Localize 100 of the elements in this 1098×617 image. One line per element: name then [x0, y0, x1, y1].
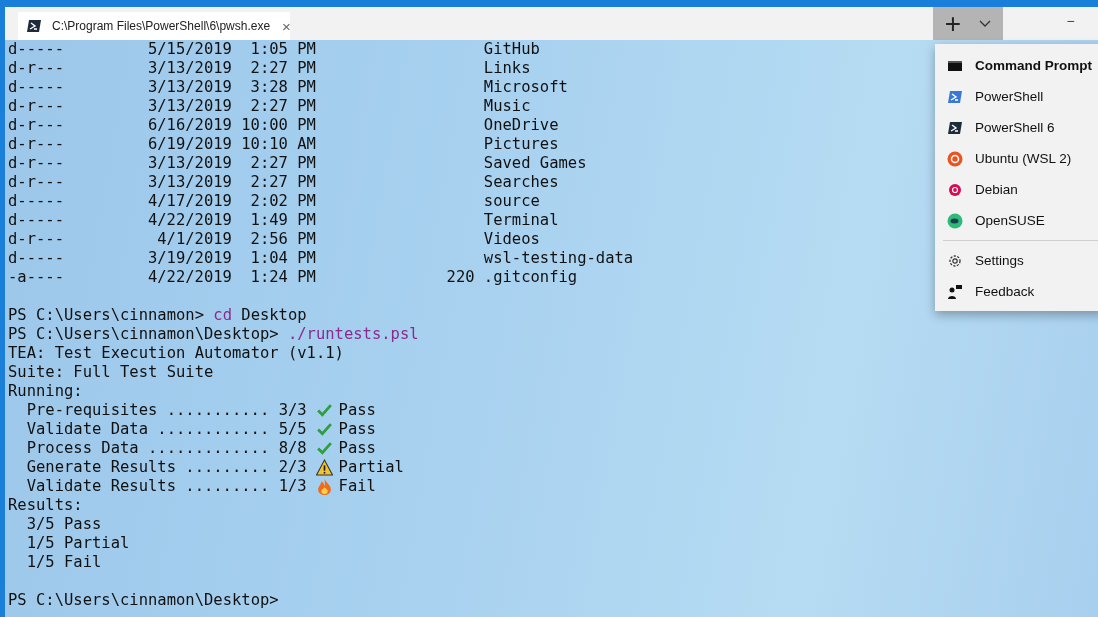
- date-cell-text: 6/19/2019: [146, 135, 232, 154]
- check-icon: [315, 440, 333, 457]
- menu-item[interactable]: Settings: [935, 245, 1098, 276]
- profile-menu-item[interactable]: Ubuntu (WSL 2): [935, 143, 1098, 174]
- test-result: Fail: [338, 477, 376, 496]
- profile-menu-item[interactable]: Command Prompt: [935, 50, 1098, 81]
- test-label: Pre-requisites ...........: [26, 401, 270, 420]
- time-cell-text: 2:02 PM: [249, 192, 316, 211]
- name-cell-text: Terminal: [483, 211, 560, 230]
- output-line: TEA: Test Execution Automator (v1.1): [8, 344, 344, 363]
- test-count: 3/3: [278, 401, 307, 420]
- new-tab-split-button[interactable]: +: [933, 7, 1003, 40]
- profile-menu-item[interactable]: PowerShell: [935, 81, 1098, 112]
- fire-icon: [315, 478, 333, 495]
- name-cell-text: .gitconfig: [483, 268, 579, 287]
- date-cell-text: 3/19/2019: [146, 249, 232, 268]
- name-cell-text: Links: [483, 59, 532, 78]
- mode-cell: d-r---: [8, 154, 64, 173]
- time-cell-text: 2:27 PM: [249, 173, 316, 192]
- time-cell-text: 2:56 PM: [249, 230, 316, 249]
- mode-cell: d-r---: [8, 59, 64, 78]
- mode-cell: d-----: [8, 78, 64, 97]
- output-line: Results:: [8, 496, 83, 515]
- test-label: Generate Results .........: [26, 458, 270, 477]
- test-count: 8/8: [278, 439, 307, 458]
- test-label: Process Data .............: [26, 439, 270, 458]
- powershell-icon: [26, 18, 42, 34]
- warning-icon: [315, 459, 333, 476]
- mode-cell: d-r---: [8, 173, 64, 192]
- name-cell-text: Music: [483, 97, 532, 116]
- settings-icon: [947, 252, 963, 269]
- menu-item[interactable]: Feedback: [935, 276, 1098, 307]
- prompt-text: PS C:\Users\cinnamon\Desktop>: [8, 325, 279, 344]
- test-result: Pass: [338, 401, 376, 420]
- name-cell-text: source: [483, 192, 541, 211]
- date-cell-text: 4/1/2019: [156, 230, 232, 249]
- date-cell-text: 3/13/2019: [146, 97, 232, 116]
- name-cell-text: wsl-testing-data: [483, 249, 635, 268]
- test-result: Pass: [338, 439, 376, 458]
- test-count: 2/3: [278, 458, 307, 477]
- date-cell-text: 4/17/2019: [146, 192, 232, 211]
- result-line: 1/5 Partial: [26, 534, 130, 553]
- test-result: Partial: [338, 458, 404, 477]
- minimize-button[interactable]: −: [1003, 7, 1098, 40]
- new-tab-button[interactable]: +: [933, 9, 973, 38]
- mode-cell: d-r---: [8, 230, 64, 249]
- ubuntu-icon: [947, 150, 963, 167]
- date-cell-text: 6/16/2019: [146, 116, 232, 135]
- length-cell: 220: [446, 268, 475, 287]
- date-cell-text: 4/22/2019: [146, 268, 232, 287]
- chameleon-icon: [947, 212, 963, 229]
- check-icon: [315, 402, 333, 419]
- name-cell-text: OneDrive: [483, 116, 560, 135]
- command-text: cd: [213, 306, 232, 325]
- name-cell-text: GitHub: [483, 40, 541, 59]
- date-cell-text: 3/13/2019: [146, 173, 232, 192]
- swirl-icon: [947, 181, 963, 198]
- time-cell-text: 1:24 PM: [249, 268, 316, 287]
- profile-menu-item[interactable]: Debian: [935, 174, 1098, 205]
- tab-title: C:\Program Files\PowerShell\6\pwsh.exe: [52, 19, 271, 33]
- profile-menu-item[interactable]: PowerShell 6: [935, 112, 1098, 143]
- mode-cell: d-----: [8, 192, 64, 211]
- result-line: 3/5 Pass: [26, 515, 102, 534]
- name-cell-text: Microsoft: [483, 78, 569, 97]
- date-cell-text: 3/13/2019: [146, 78, 232, 97]
- powershell-icon: [947, 119, 963, 136]
- mode-cell: d-r---: [8, 116, 64, 135]
- test-count: 5/5: [278, 420, 307, 439]
- terminal-tab[interactable]: C:\Program Files\PowerShell\6\pwsh.exe ×: [18, 12, 290, 40]
- mode-cell: d-----: [8, 211, 64, 230]
- date-cell-text: 3/13/2019: [146, 154, 232, 173]
- prompt-text: PS C:\Users\cinnamon>: [8, 306, 204, 325]
- name-cell-text: Searches: [483, 173, 560, 192]
- name-cell-text: Pictures: [483, 135, 560, 154]
- output-line: Suite: Full Test Suite: [8, 363, 214, 382]
- close-tab-button[interactable]: ×: [280, 17, 293, 35]
- powershell-icon: [947, 88, 963, 105]
- date-cell-text: 4/22/2019: [146, 211, 232, 230]
- name-cell-text: Videos: [483, 230, 541, 249]
- time-cell: 10:00 PM: [241, 116, 316, 135]
- command-text: ./runtests.psl: [287, 325, 419, 344]
- time-cell-text: 1:49 PM: [249, 211, 316, 230]
- feedback-icon: [947, 283, 963, 300]
- date-cell-text: 5/15/2019: [146, 40, 232, 59]
- mode-cell: d-----: [8, 249, 64, 268]
- prompt-text: PS C:\Users\cinnamon\Desktop>: [8, 591, 279, 610]
- time-cell-text: 3:28 PM: [249, 78, 316, 97]
- time-cell: 10:10 AM: [241, 135, 316, 154]
- time-cell-text: 2:27 PM: [249, 154, 316, 173]
- test-label: Validate Results .........: [26, 477, 270, 496]
- mode-cell: d-r---: [8, 135, 64, 154]
- time-cell-text: 1:05 PM: [249, 40, 316, 59]
- mode-cell: -a----: [8, 268, 64, 287]
- time-cell-text: 1:04 PM: [249, 249, 316, 268]
- mode-cell: d-r---: [8, 97, 64, 116]
- result-line: 1/5 Fail: [26, 553, 102, 572]
- check-icon: [315, 421, 333, 438]
- time-cell-text: 2:27 PM: [249, 97, 316, 116]
- test-result: Pass: [338, 420, 376, 439]
- profile-menu-item[interactable]: OpenSUSE: [935, 205, 1098, 236]
